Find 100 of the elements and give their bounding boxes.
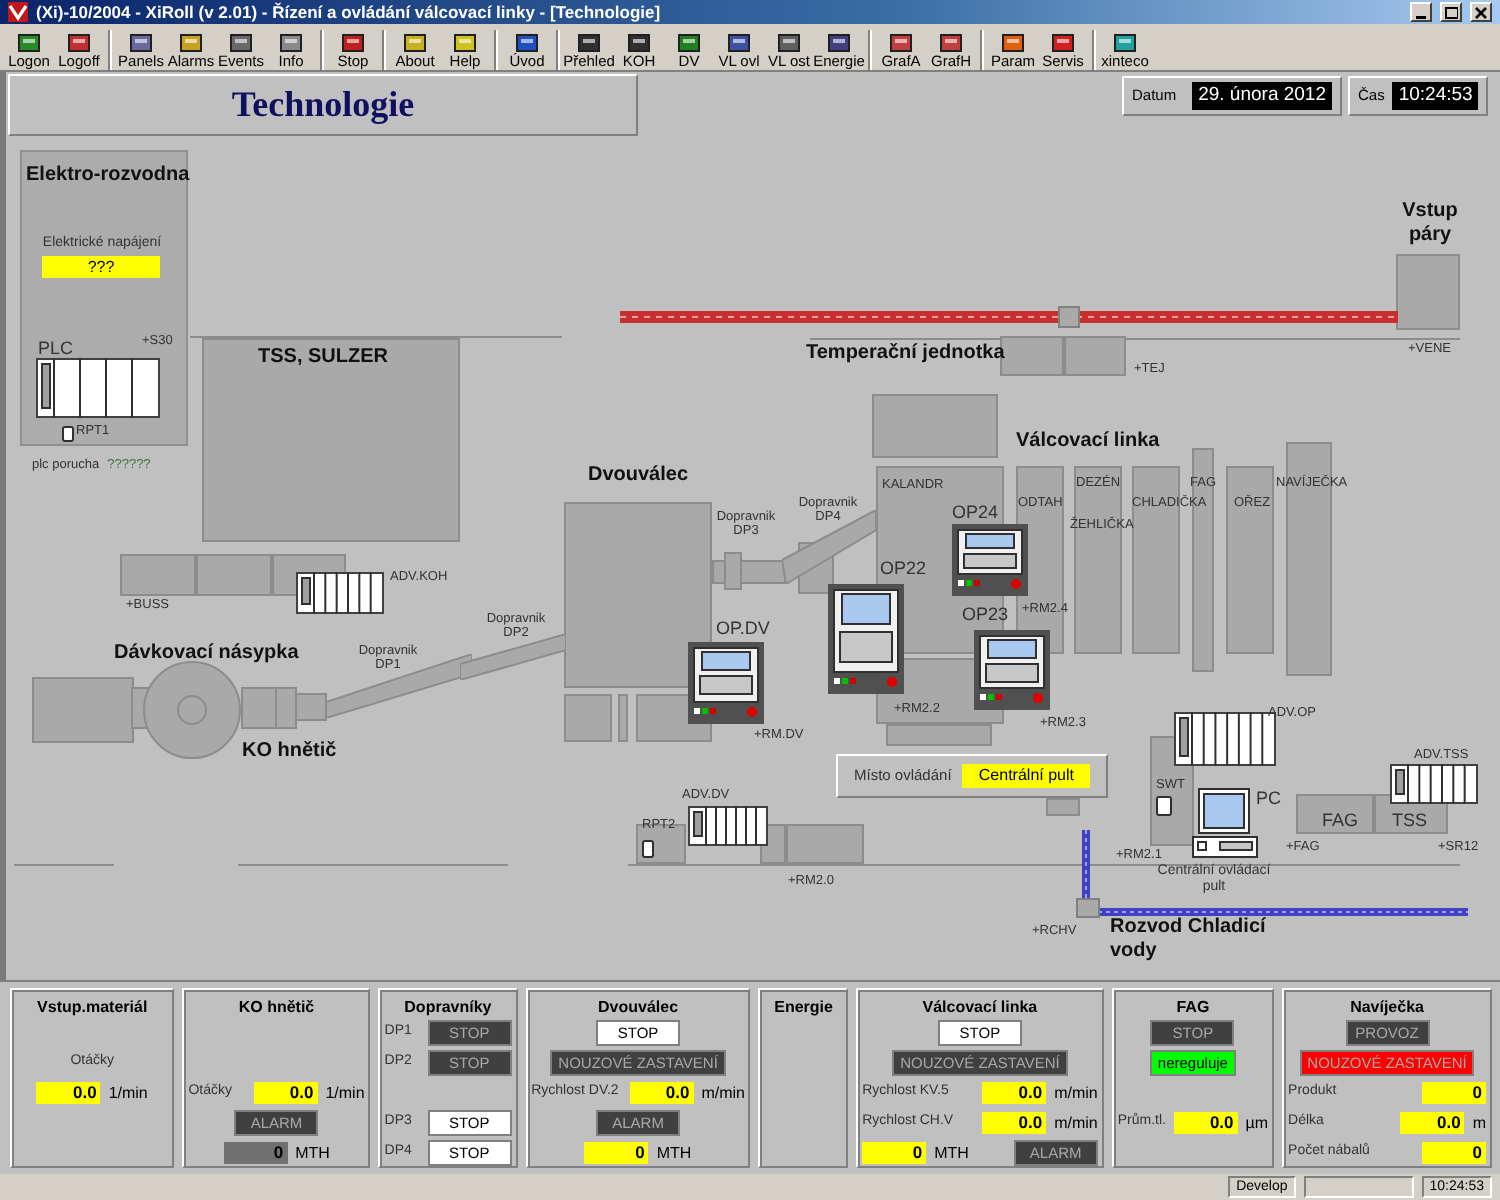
time-value: 10:24:53 [1392,82,1479,110]
square-icon [278,32,304,54]
valve-icon [1076,898,1100,918]
square-icon [1050,32,1076,54]
square-icon [178,32,204,54]
square-icon [452,32,478,54]
plc-rack-drawing [1390,764,1478,804]
control-place-value: Centrální pult [962,764,1090,788]
section-title: Válcovací linka [1016,430,1160,453]
section-title: Vstup páry [1400,200,1460,246]
square-icon [888,32,914,54]
panel-title: Navíječka [1348,996,1426,1018]
unit-label: 1/min [108,1081,148,1105]
value-display: 0 [1422,1142,1486,1164]
unit-label: m [1472,1111,1486,1135]
date-value: 29. února 2012 [1192,82,1332,110]
section-title: KO hnětič [242,740,337,763]
machine-block [872,394,998,458]
panel-title: Energie [772,996,835,1018]
plc-rack-drawing [296,572,384,614]
square-icon [1112,32,1138,54]
section-title: Temperační jednotka [806,342,1005,365]
value-display: 0.0 [629,1082,694,1104]
computer-drawing [1192,788,1258,858]
panel-title: Dopravníky [402,996,494,1018]
square-icon [826,32,852,54]
machine-block [120,554,196,596]
power-value: ??? [42,256,160,278]
valve-icon [1058,306,1080,328]
value-display: 0 [584,1142,649,1164]
square-icon [402,32,428,54]
unit-label: m/min [1054,1081,1098,1105]
module-icon [62,426,74,442]
square-icon [128,32,154,54]
unit-label: 1/min [325,1081,365,1105]
conveyor-drawing [782,510,876,584]
unit-label: MTH [934,1141,969,1165]
section-title: Elektro-rozvodna [26,164,190,187]
square-icon [726,32,752,54]
operator-panel-drawing [952,524,1028,596]
close-button[interactable] [1470,2,1492,22]
plc-rack-drawing [688,806,768,846]
square-icon [66,32,92,54]
machine-block [618,694,628,742]
unit-label: m/min [1054,1111,1098,1135]
section-title: Dávkovací násypka [114,642,299,665]
square-icon [1000,32,1026,54]
panel-title: FAG [1174,996,1212,1018]
operator-panel-drawing [974,630,1050,710]
operator-panel-drawing [828,584,904,694]
value-display: 0 [1422,1082,1486,1104]
unit-label: MTH [656,1141,692,1165]
machine-block [1046,798,1080,816]
device-label: TSS [1392,812,1428,830]
maximize-icon [1444,5,1458,19]
machine-block [1396,254,1460,330]
device-label: OP24 [952,504,999,522]
value-display: 0.0 [36,1082,101,1104]
device-label: OP22 [880,560,927,578]
section-title: TSS, SULZER [258,346,389,369]
value-display: 0.0 [1173,1112,1238,1134]
machine-block [564,694,612,742]
square-icon [776,32,802,54]
close-icon [1474,5,1488,19]
unit-label: µm [1245,1111,1269,1135]
square-icon [340,32,366,54]
value-display: 0.0 [982,1082,1047,1104]
conveyor-drawing [460,634,566,680]
device-label: OP23 [962,606,1009,624]
device-label: OP.DV [716,620,770,638]
machine-block [196,554,272,596]
value-display: 0 [862,1142,927,1164]
machine-block [1296,794,1374,834]
panel-title: KO hnětič [236,996,317,1018]
unit-label: m/min [701,1081,745,1105]
value-display: 0.0 [982,1112,1047,1134]
device-label: FAG [1322,812,1359,830]
square-icon [626,32,652,54]
value-display: 0.0 [253,1082,318,1104]
value-display: 0 [223,1142,288,1164]
panel-title: Válcovací linka [920,996,1040,1018]
value-display: 0.0 [1400,1112,1465,1134]
operator-panel-drawing [688,642,764,724]
square-icon [938,32,964,54]
square-icon [228,32,254,54]
maximize-button[interactable] [1440,2,1462,22]
module-icon [1156,796,1172,816]
panel-title: Dvouválec [596,996,681,1018]
logo-icon [8,2,28,22]
minimize-button[interactable] [1410,2,1432,22]
square-icon [576,32,602,54]
panel-title: Vstup.materiál [35,996,150,1018]
square-icon [676,32,702,54]
page-title: Technologie [8,74,638,136]
section-title: Dvouválec [588,464,689,487]
plc-rack-drawing [36,358,160,418]
module-icon [642,840,654,858]
square-icon [16,32,42,54]
device-label: PC [1256,790,1282,808]
section-title: Rozvod Chladicí vody [1110,916,1268,962]
